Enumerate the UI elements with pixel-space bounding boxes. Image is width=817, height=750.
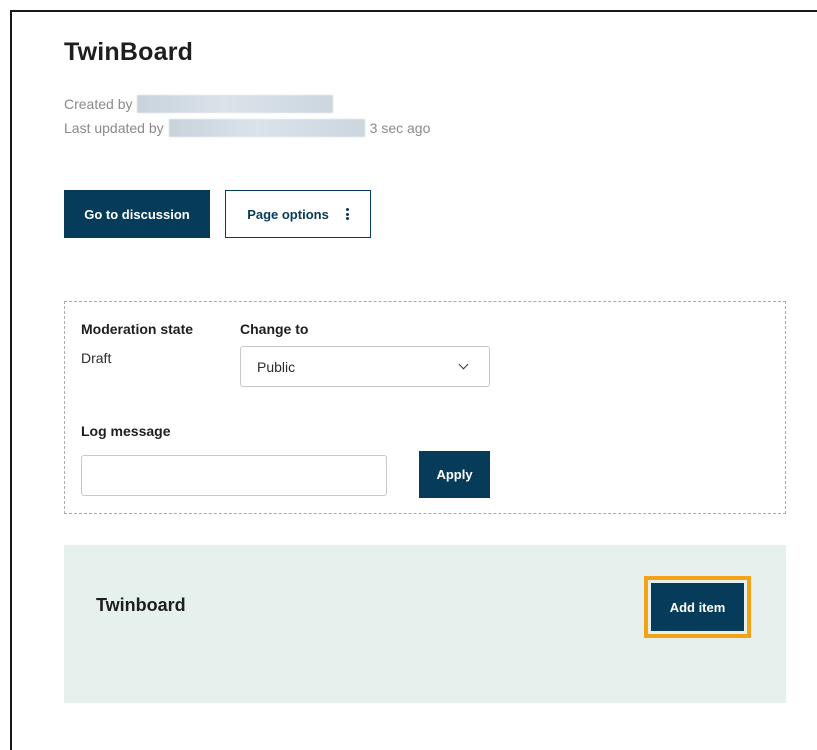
twinboard-section-title: Twinboard — [96, 595, 186, 615]
moderation-state-label: Moderation state — [81, 321, 194, 337]
log-message-label: Log message — [81, 423, 171, 439]
add-item-button[interactable]: Add item — [651, 583, 744, 631]
page-options-label: Page options — [247, 206, 329, 222]
created-by-line: Created by — [64, 95, 334, 113]
add-item-label: Add item — [669, 599, 726, 615]
go-to-discussion-label: Go to discussion — [84, 206, 190, 222]
created-by-label: Created by — [64, 96, 133, 112]
add-item-focus-ring: Add item — [644, 576, 751, 638]
chevron-down-icon — [458, 359, 469, 370]
change-to-selected-value: Public — [257, 358, 296, 375]
last-updated-time: 3 sec ago — [369, 120, 431, 136]
page-options-button[interactable]: Page options — [225, 190, 371, 238]
redacted-author-name — [137, 95, 334, 113]
change-to-label: Change to — [240, 321, 309, 337]
moderation-state-value: Draft — [81, 350, 112, 366]
page-title: TwinBoard — [64, 38, 194, 66]
apply-label: Apply — [436, 467, 473, 482]
go-to-discussion-button[interactable]: Go to discussion — [64, 190, 210, 238]
redacted-editor-name — [168, 119, 365, 137]
apply-button[interactable]: Apply — [419, 451, 490, 498]
kebab-menu-icon — [345, 208, 349, 220]
last-updated-line: Last updated by 3 sec ago — [64, 119, 430, 137]
change-to-select[interactable]: Public — [240, 346, 490, 387]
last-updated-by-label: Last updated by — [64, 120, 164, 136]
log-message-input[interactable] — [81, 455, 387, 496]
